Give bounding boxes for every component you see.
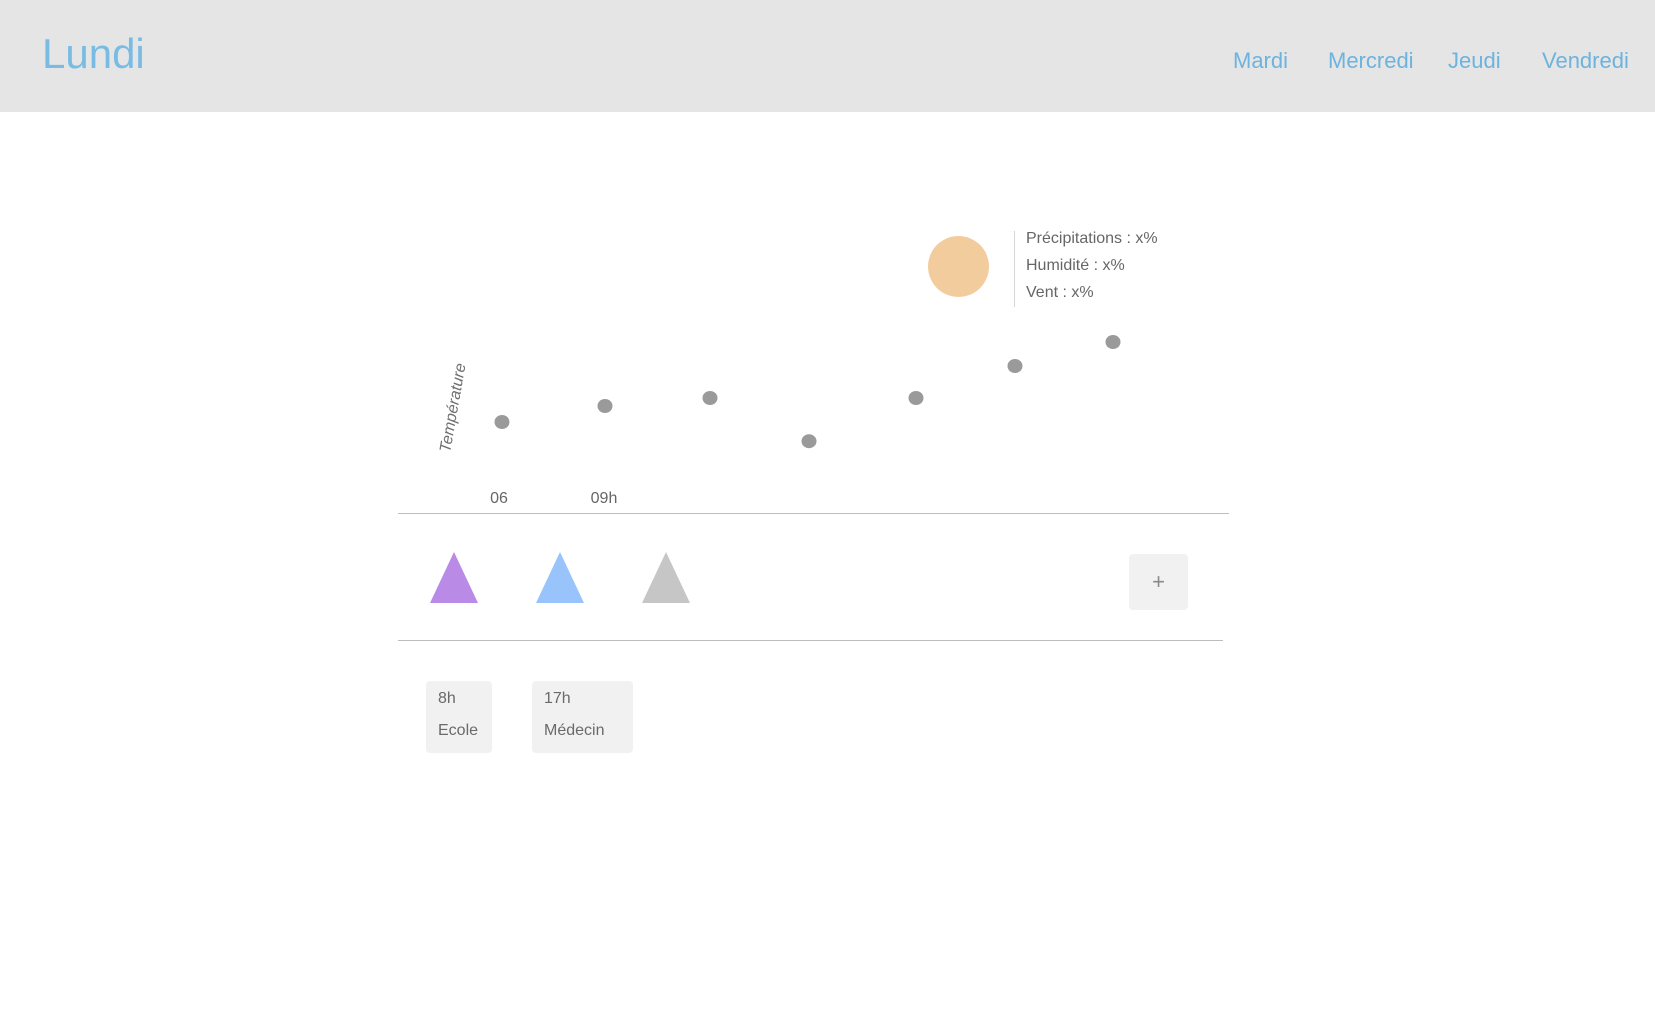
x-tick-label: 06	[490, 490, 508, 507]
gray-triangle-icon[interactable]	[642, 552, 690, 603]
temperature-point	[908, 391, 924, 405]
event-label: Médecin	[544, 722, 605, 739]
temperature-point	[597, 399, 613, 413]
temperature-point	[494, 415, 510, 429]
event-label: Ecole	[438, 722, 479, 739]
divider	[398, 640, 1223, 641]
temperature-points	[494, 335, 1121, 449]
y-axis-label: Température	[437, 362, 469, 454]
event-card[interactable]: 8h Ecole	[426, 681, 492, 753]
add-activity-button[interactable]: +	[1129, 554, 1188, 610]
temperature-point	[1007, 359, 1023, 373]
divider	[398, 513, 1229, 514]
event-time: 17h	[544, 690, 571, 707]
event-card[interactable]: 17h Médecin	[532, 681, 633, 753]
blue-triangle-icon[interactable]	[536, 552, 584, 603]
temperature-point	[1105, 335, 1121, 349]
temperature-chart: Température 06 09h	[437, 335, 1121, 507]
x-tick-label: 09h	[591, 490, 618, 507]
temperature-point	[702, 391, 718, 405]
purple-triangle-icon[interactable]	[430, 552, 478, 603]
temperature-point	[801, 434, 817, 449]
event-time: 8h	[438, 690, 456, 707]
